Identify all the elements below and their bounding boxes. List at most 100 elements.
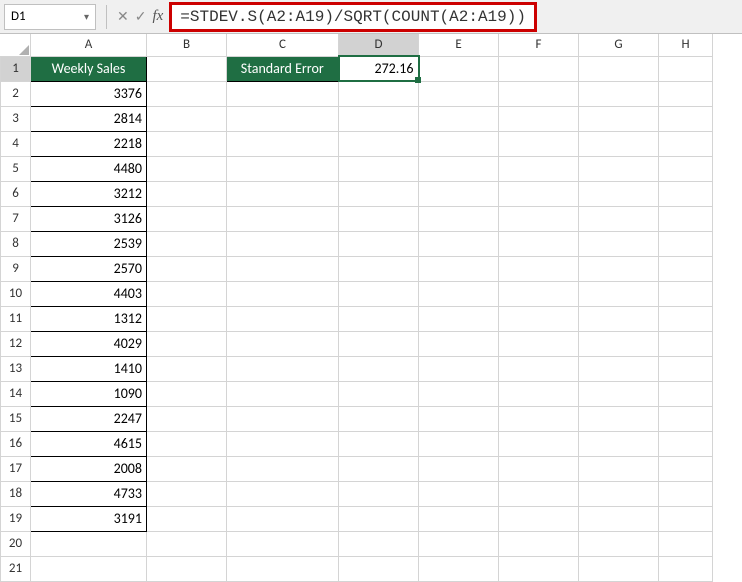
cell-B10[interactable] [147, 281, 227, 306]
cell-A14[interactable]: 1090 [31, 381, 147, 406]
cell-D4[interactable] [339, 131, 419, 156]
cell-H18[interactable] [659, 481, 713, 506]
cell-B21[interactable] [147, 556, 227, 581]
cell-E18[interactable] [419, 481, 499, 506]
grid-table[interactable]: A B C D E F G H 1 Weekly Sales Standard … [0, 34, 713, 582]
cell-E4[interactable] [419, 131, 499, 156]
cell-A16[interactable]: 4615 [31, 431, 147, 456]
cell-E1[interactable] [419, 56, 499, 81]
accept-icon[interactable]: ✓ [135, 8, 147, 25]
cell-H15[interactable] [659, 406, 713, 431]
row-header-18[interactable]: 18 [1, 481, 31, 506]
cell-D18[interactable] [339, 481, 419, 506]
cell-D10[interactable] [339, 281, 419, 306]
cell-B4[interactable] [147, 131, 227, 156]
col-header-F[interactable]: F [499, 34, 579, 56]
cell-A2[interactable]: 3376 [31, 81, 147, 106]
cell-C8[interactable] [227, 231, 339, 256]
cell-D9[interactable] [339, 256, 419, 281]
row-header-19[interactable]: 19 [1, 506, 31, 531]
cell-H17[interactable] [659, 456, 713, 481]
cell-E8[interactable] [419, 231, 499, 256]
row-header-17[interactable]: 17 [1, 456, 31, 481]
cell-H9[interactable] [659, 256, 713, 281]
cell-G6[interactable] [579, 181, 659, 206]
cell-F20[interactable] [499, 531, 579, 556]
cell-A8[interactable]: 2539 [31, 231, 147, 256]
cell-B8[interactable] [147, 231, 227, 256]
cell-H1[interactable] [659, 56, 713, 81]
cell-G7[interactable] [579, 206, 659, 231]
col-header-A[interactable]: A [31, 34, 147, 56]
cell-D14[interactable] [339, 381, 419, 406]
cell-F1[interactable] [499, 56, 579, 81]
cell-G1[interactable] [579, 56, 659, 81]
cell-G21[interactable] [579, 556, 659, 581]
cell-H20[interactable] [659, 531, 713, 556]
cell-C19[interactable] [227, 506, 339, 531]
cell-H14[interactable] [659, 381, 713, 406]
cell-C2[interactable] [227, 81, 339, 106]
cell-G13[interactable] [579, 356, 659, 381]
cell-E3[interactable] [419, 106, 499, 131]
col-header-B[interactable]: B [147, 34, 227, 56]
cell-F16[interactable] [499, 431, 579, 456]
cell-D11[interactable] [339, 306, 419, 331]
row-header-12[interactable]: 12 [1, 331, 31, 356]
cell-E7[interactable] [419, 206, 499, 231]
cell-A9[interactable]: 2570 [31, 256, 147, 281]
cell-C20[interactable] [227, 531, 339, 556]
cell-F9[interactable] [499, 256, 579, 281]
col-header-E[interactable]: E [419, 34, 499, 56]
cell-A12[interactable]: 4029 [31, 331, 147, 356]
cell-E15[interactable] [419, 406, 499, 431]
cell-F10[interactable] [499, 281, 579, 306]
cell-B20[interactable] [147, 531, 227, 556]
row-header-1[interactable]: 1 [1, 56, 31, 81]
row-header-13[interactable]: 13 [1, 356, 31, 381]
cell-H3[interactable] [659, 106, 713, 131]
cell-C7[interactable] [227, 206, 339, 231]
row-header-21[interactable]: 21 [1, 556, 31, 581]
cell-D13[interactable] [339, 356, 419, 381]
cell-F6[interactable] [499, 181, 579, 206]
cell-B18[interactable] [147, 481, 227, 506]
cell-C15[interactable] [227, 406, 339, 431]
cell-H12[interactable] [659, 331, 713, 356]
cell-G8[interactable] [579, 231, 659, 256]
formula-input[interactable]: =STDEV.S(A2:A19)/SQRT(COUNT(A2:A19)) [169, 2, 537, 32]
cell-D6[interactable] [339, 181, 419, 206]
cell-E11[interactable] [419, 306, 499, 331]
cell-E10[interactable] [419, 281, 499, 306]
cell-B16[interactable] [147, 431, 227, 456]
cell-E2[interactable] [419, 81, 499, 106]
cell-A11[interactable]: 1312 [31, 306, 147, 331]
cell-C21[interactable] [227, 556, 339, 581]
cell-H19[interactable] [659, 506, 713, 531]
cell-E19[interactable] [419, 506, 499, 531]
cell-B13[interactable] [147, 356, 227, 381]
cell-G18[interactable] [579, 481, 659, 506]
cell-C16[interactable] [227, 431, 339, 456]
cell-D1[interactable]: 272.16 [339, 56, 419, 81]
cell-B14[interactable] [147, 381, 227, 406]
col-header-C[interactable]: C [227, 34, 339, 56]
cell-G2[interactable] [579, 81, 659, 106]
cell-E13[interactable] [419, 356, 499, 381]
cell-D20[interactable] [339, 531, 419, 556]
cell-D16[interactable] [339, 431, 419, 456]
cell-F7[interactable] [499, 206, 579, 231]
cell-G16[interactable] [579, 431, 659, 456]
cell-D17[interactable] [339, 456, 419, 481]
cell-C4[interactable] [227, 131, 339, 156]
cell-G10[interactable] [579, 281, 659, 306]
cell-H10[interactable] [659, 281, 713, 306]
cell-G14[interactable] [579, 381, 659, 406]
cell-C10[interactable] [227, 281, 339, 306]
cell-A15[interactable]: 2247 [31, 406, 147, 431]
cell-E12[interactable] [419, 331, 499, 356]
cell-D5[interactable] [339, 156, 419, 181]
cell-C13[interactable] [227, 356, 339, 381]
cell-H13[interactable] [659, 356, 713, 381]
cell-E6[interactable] [419, 181, 499, 206]
